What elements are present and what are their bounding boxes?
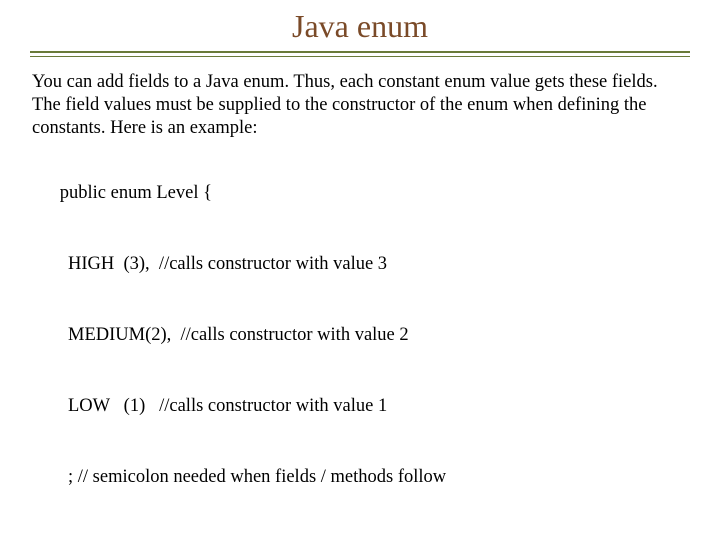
code-line: ; // semicolon needed when fields / meth… bbox=[32, 466, 688, 490]
slide-body: You can add fields to a Java enum. Thus,… bbox=[0, 71, 720, 540]
intro-paragraph: You can add fields to a Java enum. Thus,… bbox=[32, 71, 688, 140]
code-line: MEDIUM(2), //calls constructor with valu… bbox=[32, 324, 688, 348]
code-line: public enum Level { bbox=[60, 183, 212, 203]
rule-thin bbox=[30, 56, 690, 57]
title-rule bbox=[30, 51, 690, 57]
rule-thick bbox=[30, 51, 690, 53]
code-line: LOW (1) //calls constructor with value 1 bbox=[32, 395, 688, 419]
slide-title: Java enum bbox=[0, 0, 720, 51]
code-line: HIGH (3), //calls constructor with value… bbox=[32, 253, 688, 277]
code-block: public enum Level { HIGH (3), //calls co… bbox=[32, 158, 688, 540]
slide: Java enum You can add fields to a Java e… bbox=[0, 0, 720, 540]
